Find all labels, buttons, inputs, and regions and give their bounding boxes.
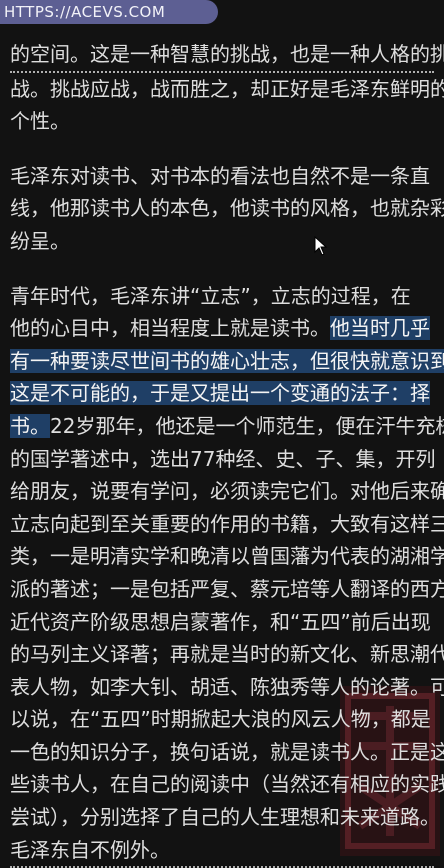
text-line: 近代资产阶级思想启蒙著作，和“五四”前后出现 <box>10 609 431 634</box>
text-line: 毛泽东自不例外。 <box>10 834 434 868</box>
text-line: 表人物，如李大钊、胡适、陈独秀等人的论著。可 <box>10 674 444 699</box>
reading-pane[interactable]: 的空间。这是一种智慧的挑战，也是一种人格的挑 战。挑战应战，战而胜之，却正好是毛… <box>10 38 444 868</box>
text-line: 线，他那读书人的本色，他读书的风格，也就杂彩 <box>10 196 444 221</box>
text-line: 一色的知识分子，换句话说，就是读书人。正是这 <box>10 739 444 764</box>
highlighted-text[interactable]: 他当时几乎 <box>330 316 430 341</box>
text-line: 的马列主义译著；再就是当时的新文化、新思潮代 <box>10 642 444 667</box>
mouse-pointer-icon <box>314 236 328 256</box>
text-line: 些读书人，在自己的阅读中（当然还有相应的实践 <box>10 772 444 797</box>
text-line: 这是不可能的，于是又提出一个变通的法子：择 <box>10 377 434 410</box>
text-segment: 22岁那年，他还是一个师范生，便在汗牛充栋 <box>50 413 444 438</box>
text-line: 派的著述；一是包括严复、蔡元培等人翻译的西方 <box>10 576 444 601</box>
text-line: 个性。 <box>10 109 70 134</box>
text-line: 尝试），分别选择了自己的人生理想和未来道路。 <box>10 805 440 830</box>
paragraph: 青年时代，毛泽东讲“立志”，立志的过程，在 他的心目中，相当程度上就是读书。他当… <box>10 280 444 868</box>
text-line: 书。22岁那年，他还是一个师范生，便在汗牛充栋 <box>10 410 444 443</box>
text-line: 立志向起到至关重要的作用的书籍，大致有这样三 <box>10 511 444 536</box>
text-line: 战。挑战应战，战而胜之，却正好是毛泽东鲜明的 <box>10 76 444 101</box>
text-line: 给朋友，说要有学问，必须读完它们。对他后来确 <box>10 479 444 504</box>
highlighted-text[interactable]: 这是不可能的，于是又提出一个变通的法子：择 <box>10 381 430 406</box>
text-line: 青年时代，毛泽东讲“立志”，立志的过程，在 <box>10 283 411 308</box>
highlighted-text[interactable]: 书。 <box>10 413 50 438</box>
text-line: 毛泽东对读书、对书本的看法也自然不是一条直 <box>10 163 430 188</box>
highlighted-text[interactable]: 有一种要读尽世间书的雄心壮志，但很快就意识到 <box>10 348 444 373</box>
paragraph: 毛泽东对读书、对书本的看法也自然不是一条直 线，他那读书人的本色，他读书的风格，… <box>10 160 444 258</box>
text-line: 的空间。这是一种智慧的挑战，也是一种人格的挑 <box>10 38 444 73</box>
paragraph: 的空间。这是一种智慧的挑战，也是一种人格的挑 战。挑战应战，战而胜之，却正好是毛… <box>10 38 444 138</box>
text-segment: 他的心目中，相当程度上就是读书。 <box>10 316 330 341</box>
text-line: 类，一是明清实学和晚清以曾国藩为代表的湖湘学 <box>10 544 444 569</box>
text-line: 有一种要读尽世间书的雄心壮志，但很快就意识到 <box>10 345 444 378</box>
text-line: 的国学著述中，选出77种经、史、子、集，开列 <box>10 446 436 471</box>
text-line: 他的心目中，相当程度上就是读书。他当时几乎 <box>10 312 434 345</box>
text-line: 纷呈。 <box>10 228 70 253</box>
text-line: 以说，在“五四”时期掀起大浪的风云人物，都是 <box>10 707 431 732</box>
watermark-url: HTTPS://ACEVS.COM <box>0 0 218 24</box>
